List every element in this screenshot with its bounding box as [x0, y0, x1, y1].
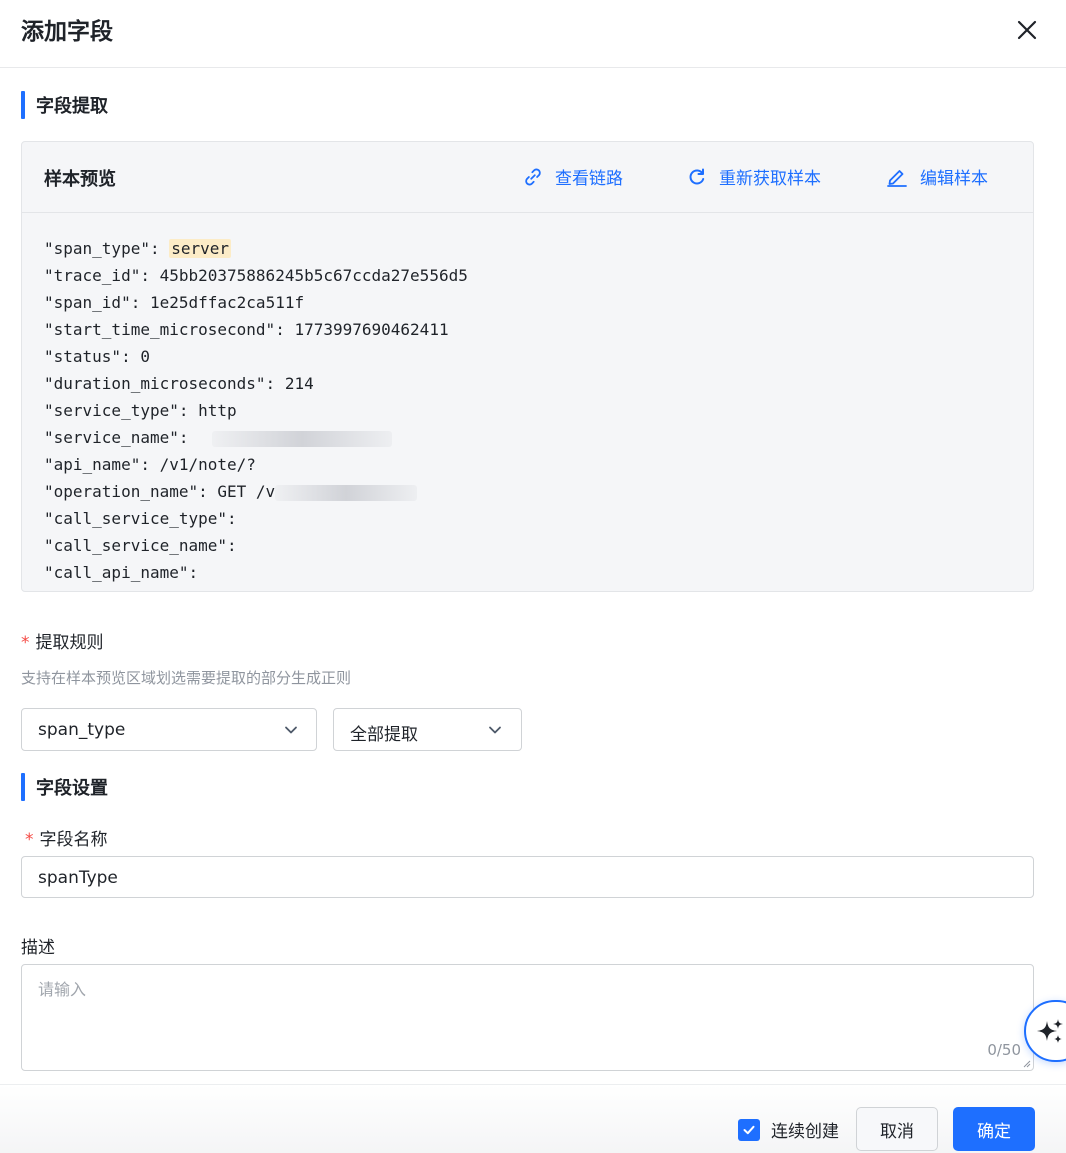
description-label: 描述: [21, 938, 55, 958]
rule-label-text: 提取规则: [35, 633, 104, 653]
refetch-sample-button[interactable]: 重新获取样本: [687, 164, 821, 189]
section-settings-title: 字段设置: [36, 778, 108, 799]
sample-value: 214: [284, 374, 314, 393]
close-icon[interactable]: [1011, 14, 1043, 46]
sample-line: "operation_name": GET /v: [44, 478, 468, 505]
dialog-header: 添加字段: [0, 0, 1066, 68]
description-textarea[interactable]: 请输入 0/50: [21, 964, 1034, 1071]
continuous-create-checkbox[interactable]: 连续创建: [738, 1117, 839, 1142]
field-select[interactable]: span_type: [21, 708, 317, 751]
field-name-input[interactable]: spanType: [21, 856, 1034, 898]
cancel-button[interactable]: 取消: [856, 1107, 938, 1151]
sample-key: "service_type":: [44, 401, 199, 420]
sample-line: "call_service_name":: [44, 532, 468, 559]
sample-key: "status":: [44, 347, 141, 366]
rule-label: * 提取规则: [21, 628, 104, 653]
sparkle-icon: [1037, 1019, 1063, 1043]
sample-line: "start_time_microsecond": 17739976904624…: [44, 316, 468, 343]
view-trace-label: 查看链路: [555, 169, 623, 189]
chevron-down-icon: [489, 726, 501, 734]
sample-value: /v1/note/?: [159, 455, 256, 474]
sample-key: "start_time_microsecond":: [44, 320, 295, 339]
field-name-label-text: 字段名称: [39, 830, 108, 850]
continuous-create-label: 连续创建: [771, 1122, 839, 1142]
sample-key: "span_id":: [44, 293, 150, 312]
dialog-footer: 连续创建 取消 确定: [0, 1084, 1066, 1153]
link-icon: [525, 168, 541, 185]
redacted-blur: [275, 484, 418, 501]
sample-key: "api_name":: [44, 455, 160, 474]
sample-value: 0: [140, 347, 150, 366]
edit-icon: [887, 169, 907, 187]
sample-value: 1e25dffac2ca511f: [149, 293, 305, 312]
required-mark: *: [25, 830, 34, 850]
chevron-down-icon: [285, 726, 297, 734]
refresh-icon: [689, 168, 705, 184]
sample-line: "service_type": http: [44, 397, 468, 424]
sample-value: 1773997690462411: [294, 320, 449, 339]
redacted-blur: [212, 430, 393, 447]
sample-preview-header: 样本预览 查看链路 重新获取样本 编辑样本: [22, 142, 1033, 213]
sample-key: "duration_microseconds":: [44, 374, 285, 393]
sample-preview: 样本预览 查看链路 重新获取样本 编辑样本 "span_type": serve…: [21, 141, 1034, 592]
section-bar: [21, 773, 25, 801]
rule-hint: 支持在样本预览区域划选需要提取的部分生成正则: [21, 669, 352, 687]
checkbox-checked-icon: [738, 1118, 760, 1141]
sample-line: "call_service_type":: [44, 505, 468, 532]
edit-sample-label: 编辑样本: [920, 169, 988, 189]
section-bar: [21, 91, 25, 119]
sample-line: "duration_microseconds": 214: [44, 370, 468, 397]
view-trace-button[interactable]: 查看链路: [523, 164, 623, 189]
sample-value: GET /v: [217, 482, 276, 501]
sample-key: "call_service_name":: [44, 536, 247, 555]
sample-line: "trace_id": 45bb20375886245b5c67ccda27e5…: [44, 262, 468, 289]
section-extract-title: 字段提取: [36, 96, 108, 117]
field-name-label: * 字段名称: [25, 825, 108, 850]
sample-value: 45bb20375886245b5c67ccda27e556d5: [159, 266, 468, 285]
field-select-value: span_type: [38, 720, 126, 740]
sample-key: "service_name":: [44, 428, 199, 447]
sample-line: "span_type": server: [44, 235, 468, 262]
sample-key: "operation_name":: [44, 482, 218, 501]
section-extract: 字段提取: [21, 91, 108, 119]
sample-line: "span_id": 1e25dffac2ca511f: [44, 289, 468, 316]
sample-line: "status": 0: [44, 343, 468, 370]
sample-line: "call_api_name":: [44, 559, 468, 586]
section-settings: 字段设置: [21, 773, 108, 801]
required-mark: *: [21, 633, 30, 653]
sample-code[interactable]: "span_type": server "trace_id": 45bb20375…: [44, 235, 468, 586]
mode-select-value: 全部提取: [350, 725, 418, 745]
sample-key: "call_api_name":: [44, 563, 208, 582]
mode-select[interactable]: 全部提取: [333, 708, 522, 751]
sample-key: "trace_id":: [44, 266, 160, 285]
sample-value: server: [169, 239, 232, 258]
sample-key: "call_service_type":: [44, 509, 247, 528]
confirm-button[interactable]: 确定: [953, 1107, 1035, 1151]
description-placeholder: 请输入: [38, 980, 87, 999]
sample-value: http: [198, 401, 237, 420]
edit-sample-button[interactable]: 编辑样本: [886, 164, 988, 189]
field-name-value: spanType: [38, 868, 118, 888]
sample-line: "api_name": /v1/note/?: [44, 451, 468, 478]
refetch-sample-label: 重新获取样本: [719, 169, 821, 189]
sample-preview-title: 样本预览: [44, 169, 116, 190]
sample-line: "service_name":: [44, 424, 468, 451]
dialog-title: 添加字段: [21, 19, 113, 45]
sample-key: "span_type":: [44, 239, 170, 258]
resize-handle-icon[interactable]: [1021, 1058, 1031, 1068]
description-char-count: 0/50: [987, 1041, 1021, 1059]
